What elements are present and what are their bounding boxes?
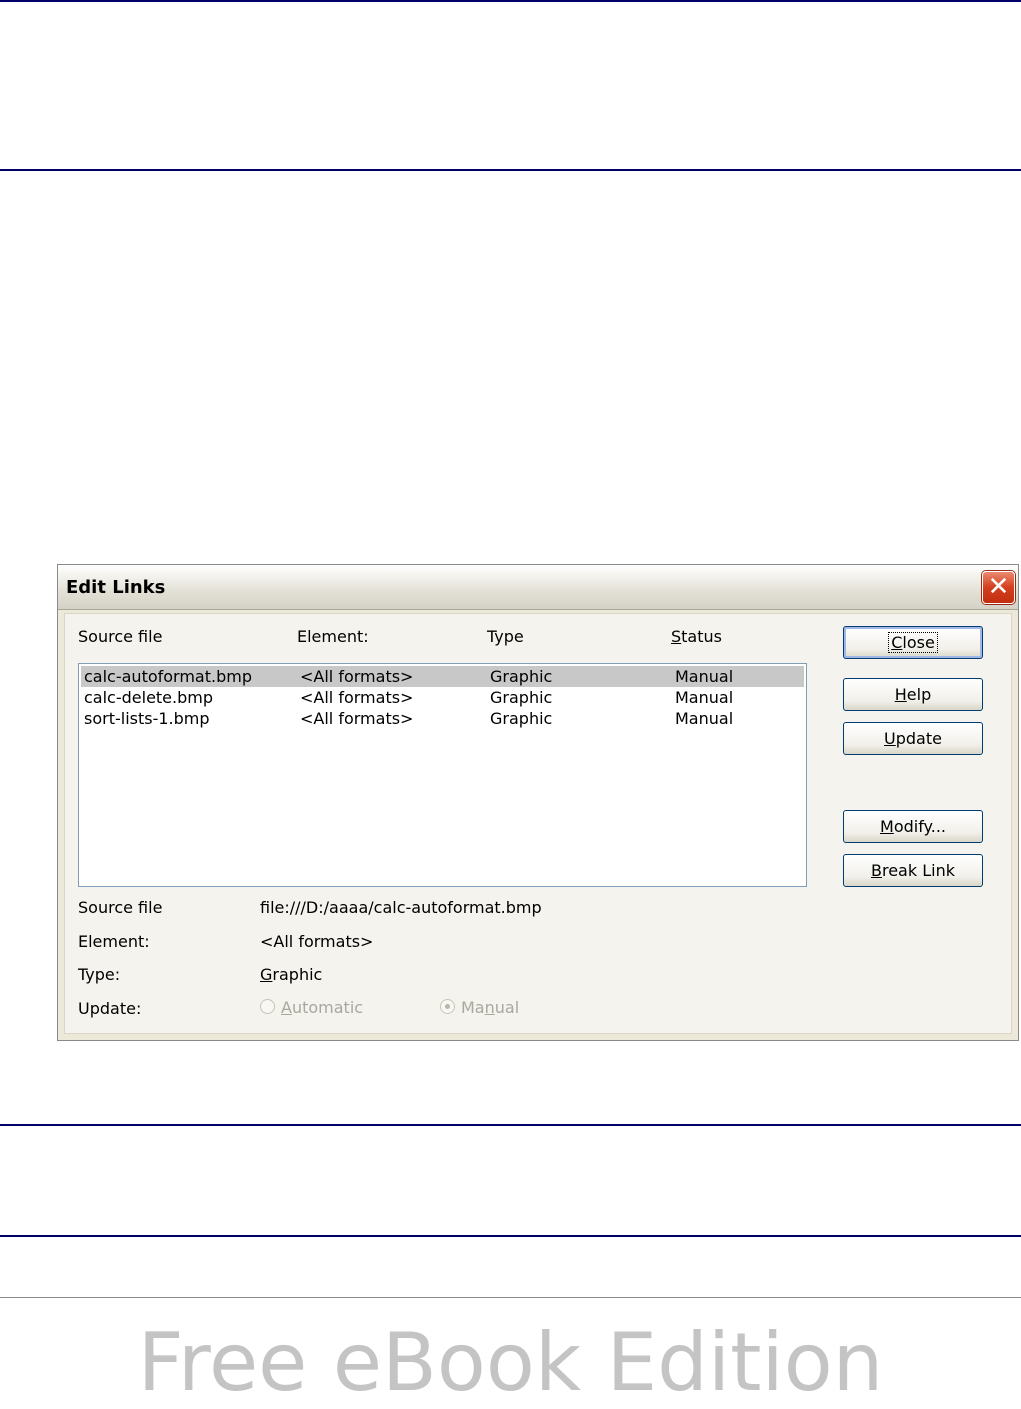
row-source-file: calc-delete.bmp (84, 688, 214, 707)
dialog-title: Edit Links (66, 577, 166, 598)
row-element: <All formats> (300, 688, 414, 707)
header-source-file[interactable]: Source file (78, 627, 162, 646)
break-link-button[interactable]: Break Link (843, 854, 983, 887)
detail-element-label: Element: (78, 932, 150, 951)
automatic-radio[interactable] (260, 999, 275, 1014)
dialog-titlebar[interactable]: Edit Links ✕ (58, 565, 1018, 610)
manual-rest: ual (494, 998, 520, 1017)
close-button[interactable]: Close (843, 626, 983, 659)
header-element[interactable]: Element: (297, 627, 369, 646)
row-element: <All formats> (300, 667, 414, 686)
row-type: Graphic (490, 688, 553, 707)
modify-button-label: odify... (893, 817, 946, 836)
edit-links-dialog: Edit Links ✕ Source file Element: Type S… (57, 564, 1019, 1041)
row-status: Manual (675, 709, 734, 728)
top-rule (0, 0, 1021, 2)
section-rule-2 (0, 1124, 1021, 1126)
manual-radio-label[interactable]: Manual (461, 998, 519, 1017)
close-icon[interactable]: ✕ (982, 571, 1015, 604)
detail-source-file-label: Source file (78, 898, 163, 917)
update-button[interactable]: Update (843, 722, 983, 755)
manual-mnemonic: n (484, 998, 495, 1017)
links-list[interactable]: calc-autoformat.bmp <All formats> Graphi… (78, 663, 807, 887)
row-source-file: sort-lists-1.bmp (84, 709, 210, 728)
row-status: Manual (675, 688, 734, 707)
help-button-label: elp (906, 685, 932, 704)
section-rule-1 (0, 169, 1021, 171)
footer-rule (0, 1297, 1021, 1298)
table-row[interactable]: calc-delete.bmp <All formats> Graphic Ma… (81, 687, 804, 708)
detail-element-value: <All formats> (260, 932, 374, 951)
detail-type-rest: raphic (272, 965, 323, 984)
help-button[interactable]: Help (843, 678, 983, 711)
row-type: Graphic (490, 709, 553, 728)
watermark: Free eBook Edition (137, 1316, 884, 1409)
close-button-label: lose (902, 633, 935, 652)
update-button-mnemonic: U (884, 729, 896, 748)
break-link-button-mnemonic: B (871, 861, 882, 880)
header-status-rest: tatus (681, 627, 722, 646)
detail-type-label: Type: (78, 965, 121, 984)
automatic-mnemonic: A (281, 998, 292, 1017)
detail-type-value: Graphic (260, 965, 322, 984)
detail-source-file-value: file:///D:/aaaa/calc-autoformat.bmp (260, 898, 542, 917)
update-button-label: pdate (895, 729, 942, 748)
detail-type-mnemonic: G (260, 965, 273, 984)
row-status: Manual (675, 667, 734, 686)
manual-radio[interactable] (440, 999, 455, 1014)
automatic-radio-label[interactable]: Automatic (281, 998, 363, 1017)
header-status[interactable]: Status (671, 627, 722, 646)
header-type[interactable]: Type (487, 627, 524, 646)
section-rule-3 (0, 1235, 1021, 1237)
header-status-mnemonic: S (671, 627, 682, 646)
row-element: <All formats> (300, 709, 414, 728)
help-button-mnemonic: H (894, 685, 907, 704)
manual-pre: Ma (461, 998, 485, 1017)
row-source-file: calc-autoformat.bmp (84, 667, 252, 686)
close-button-mnemonic: C (891, 633, 903, 652)
detail-update-label: Update: (78, 999, 142, 1018)
break-link-button-label: reak Link (881, 861, 955, 880)
modify-button-mnemonic: M (880, 817, 894, 836)
table-row[interactable]: calc-autoformat.bmp <All formats> Graphi… (81, 666, 804, 687)
automatic-rest: utomatic (291, 998, 364, 1017)
table-row[interactable]: sort-lists-1.bmp <All formats> Graphic M… (81, 708, 804, 729)
modify-button[interactable]: Modify... (843, 810, 983, 843)
row-type: Graphic (490, 667, 553, 686)
